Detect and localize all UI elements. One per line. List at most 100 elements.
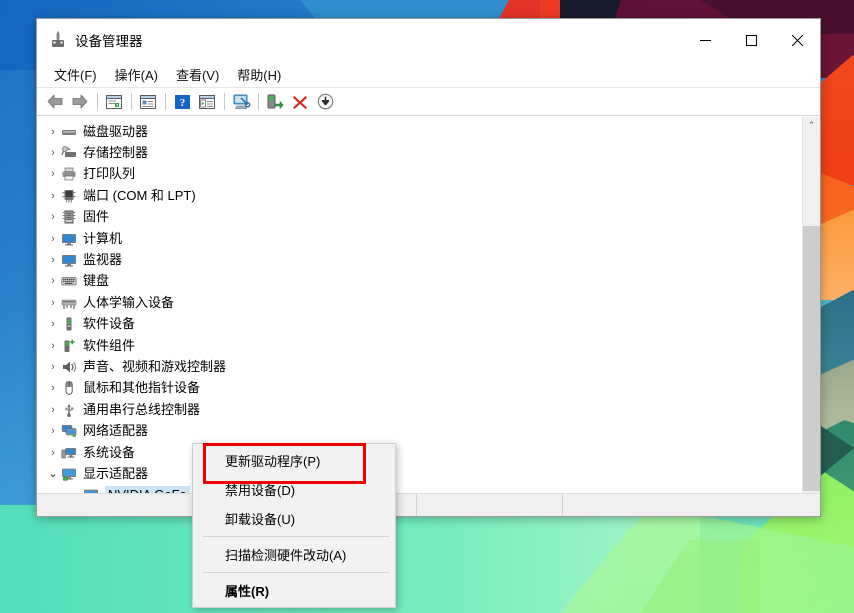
device-manager-window: 设备管理器 文件(F) 操作(A) 查看(V) 帮助(H) ? › 磁盘驱动器 … — [36, 18, 821, 517]
chevron-right-icon[interactable]: › — [45, 404, 61, 416]
minimize-button[interactable] — [682, 19, 728, 61]
tree-item[interactable]: NVIDIA GeFo — [37, 485, 802, 493]
scrollbar-thumb[interactable] — [803, 226, 820, 491]
tree-view-icon[interactable] — [102, 91, 126, 113]
tree-item-label: 鼠标和其他指针设备 — [83, 380, 201, 396]
enable-device-icon[interactable] — [263, 91, 287, 113]
menu-help[interactable]: 帮助(H) — [228, 63, 290, 86]
tree-item[interactable]: ⌄ 显示适配器 — [37, 463, 802, 484]
statusbar — [37, 493, 820, 516]
menu-view[interactable]: 查看(V) — [167, 63, 228, 86]
ctx-disable-device[interactable]: 禁用设备(D) — [193, 475, 395, 504]
usb-icon — [61, 402, 77, 418]
chevron-right-icon[interactable]: › — [45, 211, 61, 223]
tree-item[interactable]: › 固件 — [37, 207, 802, 228]
disk-drive-icon — [61, 124, 77, 140]
chevron-down-icon[interactable]: ⌄ — [45, 467, 61, 480]
scroll-up-button[interactable]: ⌃ — [803, 117, 820, 134]
device-context-menu: 更新驱动程序(P) 禁用设备(D) 卸载设备(U) 扫描检测硬件改动(A) 属性(R) — [192, 443, 396, 608]
system-device-icon — [61, 445, 77, 461]
properties-icon[interactable] — [136, 91, 160, 113]
tree-item[interactable]: › 系统设备 — [37, 442, 802, 463]
tree-item[interactable]: › 磁盘驱动器 — [37, 121, 802, 142]
chevron-right-icon[interactable]: › — [45, 340, 61, 352]
software-component-icon — [61, 338, 77, 354]
ctx-update-driver[interactable]: 更新驱动程序(P) — [193, 446, 395, 475]
tree-item-label: 存储控制器 — [83, 145, 149, 161]
help-icon[interactable]: ? — [170, 91, 194, 113]
context-menu-separator — [203, 572, 389, 573]
sound-icon — [61, 359, 77, 375]
chevron-right-icon[interactable]: › — [45, 168, 61, 180]
disable-device-icon[interactable] — [313, 91, 337, 113]
tree-item-label: 磁盘驱动器 — [83, 123, 149, 139]
tree-item-label: 监视器 — [83, 252, 123, 268]
ctx-properties[interactable]: 属性(R) — [193, 576, 395, 605]
chevron-right-icon[interactable]: › — [45, 297, 61, 309]
tree-item-label: 显示适配器 — [83, 465, 149, 481]
keyboard-icon — [61, 273, 77, 289]
menu-action[interactable]: 操作(A) — [106, 63, 167, 86]
chevron-right-icon[interactable]: › — [45, 190, 61, 202]
tree-item-label: 端口 (COM 和 LPT) — [83, 187, 196, 203]
menu-file[interactable]: 文件(F) — [45, 63, 106, 86]
chevron-right-icon[interactable]: › — [45, 447, 61, 459]
software-device-icon — [61, 316, 77, 332]
tree-item[interactable]: › 软件组件 — [37, 335, 802, 356]
tree-item[interactable]: › 端口 (COM 和 LPT) — [37, 185, 802, 206]
tree-item[interactable]: › 人体学输入设备 — [37, 292, 802, 313]
tree-item[interactable]: › 网络适配器 — [37, 420, 802, 441]
tree-item[interactable]: › 存储控制器 — [37, 142, 802, 163]
tree-item[interactable]: › 声音、视频和游戏控制器 — [37, 356, 802, 377]
toolbar-separator — [258, 93, 259, 110]
port-icon — [61, 188, 77, 204]
chevron-right-icon[interactable]: › — [45, 147, 61, 159]
chevron-right-icon[interactable]: › — [45, 425, 61, 437]
computer-icon — [61, 231, 77, 247]
chevron-right-icon[interactable]: › — [45, 361, 61, 373]
mouse-icon — [61, 380, 77, 396]
ctx-uninstall-device[interactable]: 卸载设备(U) — [193, 504, 395, 533]
scrollbar-track[interactable] — [803, 134, 820, 491]
chevron-right-icon[interactable]: › — [45, 382, 61, 394]
update-driver-icon[interactable] — [195, 91, 219, 113]
vertical-scrollbar[interactable]: ⌃ ⌄ — [802, 117, 820, 493]
close-button[interactable] — [774, 19, 820, 61]
tree-item[interactable]: › 监视器 — [37, 249, 802, 270]
scan-hardware-icon[interactable] — [229, 91, 253, 113]
toolbar-separator — [131, 93, 132, 110]
tree-item-label: 计算机 — [83, 230, 123, 246]
device-tree[interactable]: › 磁盘驱动器 › 存储控制器 › 打印队列 › 端口 (COM 和 LPT) › 固件 › 计算机 ›… — [37, 117, 802, 493]
tree-item[interactable]: › 计算机 — [37, 228, 802, 249]
chevron-right-icon[interactable]: › — [45, 233, 61, 245]
tree-item-label: 打印队列 — [83, 166, 136, 182]
tree-item-label: 通用串行总线控制器 — [83, 401, 201, 417]
toolbar-separator — [165, 93, 166, 110]
maximize-button[interactable] — [728, 19, 774, 61]
tree-item[interactable]: › 通用串行总线控制器 — [37, 399, 802, 420]
menubar: 文件(F) 操作(A) 查看(V) 帮助(H) — [37, 61, 820, 88]
tree-item-label: 声音、视频和游戏控制器 — [83, 358, 227, 374]
content-area: › 磁盘驱动器 › 存储控制器 › 打印队列 › 端口 (COM 和 LPT) › 固件 › 计算机 ›… — [37, 116, 820, 493]
display-adapter-icon — [61, 466, 77, 482]
ctx-scan-hardware[interactable]: 扫描检测硬件改动(A) — [193, 540, 395, 569]
chevron-right-icon[interactable]: › — [45, 254, 61, 266]
forward-arrow-icon[interactable] — [68, 91, 92, 113]
chevron-right-icon[interactable]: › — [45, 275, 61, 287]
chevron-right-icon[interactable]: › — [45, 126, 61, 138]
tree-item-label: 固件 — [83, 209, 110, 225]
tree-item[interactable]: › 鼠标和其他指针设备 — [37, 378, 802, 399]
window-title: 设备管理器 — [75, 34, 143, 49]
toolbar-separator — [97, 93, 98, 110]
tree-item[interactable]: › 软件设备 — [37, 314, 802, 335]
uninstall-device-icon[interactable] — [288, 91, 312, 113]
status-cell-3 — [563, 494, 820, 516]
tree-item-label: 系统设备 — [83, 444, 136, 460]
back-arrow-icon[interactable] — [43, 91, 67, 113]
window-titlebar[interactable]: 设备管理器 — [37, 19, 820, 61]
tree-item[interactable]: › 打印队列 — [37, 164, 802, 185]
tree-item[interactable]: › 键盘 — [37, 271, 802, 292]
device-manager-icon — [49, 31, 67, 49]
tree-item-label: 软件组件 — [83, 337, 136, 353]
chevron-right-icon[interactable]: › — [45, 318, 61, 330]
